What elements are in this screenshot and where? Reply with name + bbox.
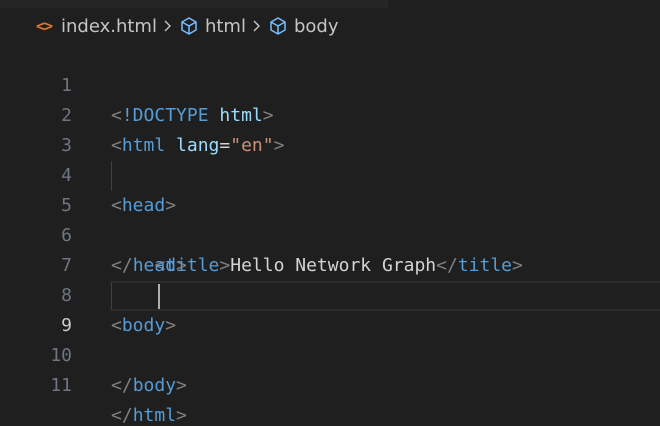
code-area[interactable]: 1 <!DOCTYPE html> 2 <html lang="en"> 3 4… (0, 41, 660, 426)
code-line[interactable]: 11 </html> (0, 341, 660, 426)
html-file-icon: <> (35, 17, 53, 35)
tab-bar-edge (0, 0, 660, 8)
code-line[interactable]: 8 <body> (0, 251, 660, 336)
code-line[interactable]: 10 </body> (0, 311, 660, 396)
chevron-right-icon (163, 19, 173, 33)
chevron-right-icon (252, 19, 262, 33)
active-tab-edge (0, 0, 388, 8)
punctuation: </ (111, 375, 133, 396)
punctuation: </ (111, 405, 133, 426)
tag-name: body (132, 375, 177, 396)
code-line[interactable]: 3 (0, 101, 660, 156)
cube-icon (268, 16, 288, 36)
line-number: 11 (50, 375, 72, 396)
indent-guide (111, 281, 112, 311)
breadcrumb-item-file[interactable]: <> index.html (33, 16, 157, 37)
code-line[interactable]: 5 <title>Hello Network Graph</title> (0, 161, 660, 276)
code-line[interactable]: 4 <head> (0, 131, 660, 216)
line-content: </html> (111, 401, 187, 426)
breadcrumb-file-label: index.html (61, 15, 157, 37)
cube-icon (179, 16, 199, 36)
code-line[interactable]: 2 <html lang="en"> (0, 71, 660, 156)
punctuation: > (176, 375, 187, 396)
breadcrumb-body-label: body (293, 15, 339, 37)
code-editor[interactable]: <> index.html html body 1 <!DOCTYPE html… (0, 0, 660, 426)
current-code-line[interactable]: 9 (0, 281, 660, 336)
line-content: </body> (111, 371, 187, 401)
breadcrumb: <> index.html html body (33, 12, 339, 40)
code-line[interactable]: 7 (0, 221, 660, 276)
code-line[interactable]: 1 <!DOCTYPE html> (0, 41, 660, 126)
code-line[interactable]: 6 </head> (0, 191, 660, 276)
breadcrumb-html-label: html (204, 15, 246, 37)
breadcrumb-item-body[interactable]: body (268, 16, 339, 37)
breadcrumb-item-html[interactable]: html (179, 16, 246, 37)
indent-guide (111, 161, 112, 191)
text-cursor (158, 284, 160, 309)
tag-name: html (132, 405, 177, 426)
punctuation: > (176, 405, 187, 426)
